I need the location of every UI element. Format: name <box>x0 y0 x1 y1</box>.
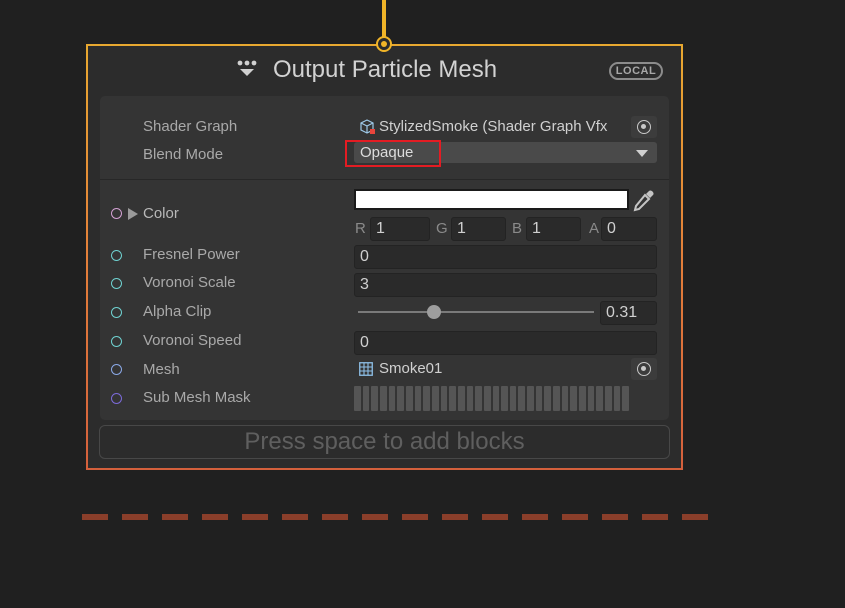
r-channel-field[interactable]: 1 <box>370 217 430 241</box>
sub-mesh-mask-label: Sub Mesh Mask <box>143 389 251 406</box>
fresnel-power-port[interactable] <box>111 250 122 261</box>
settings-divider <box>100 179 669 180</box>
mesh-grid-icon <box>359 362 373 376</box>
blend-mode-label: Blend Mode <box>143 146 224 163</box>
voronoi-speed-field[interactable]: 0 <box>354 331 657 355</box>
color-label: Color <box>143 205 179 222</box>
blend-mode-highlight <box>345 140 441 167</box>
shader-graph-label: Shader Graph <box>143 118 238 135</box>
alpha-clip-field[interactable]: 0.31 <box>600 301 657 325</box>
voronoi-scale-port[interactable] <box>111 278 122 289</box>
shader-graph-asset-icon <box>360 119 375 134</box>
mesh-label: Mesh <box>143 361 180 378</box>
voronoi-speed-port[interactable] <box>111 336 122 347</box>
alpha-clip-label: Alpha Clip <box>143 303 212 320</box>
a-channel-field[interactable]: 0 <box>601 217 657 241</box>
sub-mesh-mask-bits[interactable] <box>354 386 629 411</box>
vfx-output-icon <box>237 60 257 76</box>
fresnel-power-label: Fresnel Power <box>143 246 240 263</box>
local-badge: LOCAL <box>609 62 663 80</box>
g-channel-label: G <box>436 220 448 237</box>
shader-graph-picker-button[interactable] <box>631 116 657 138</box>
mesh-field[interactable]: Smoke01 <box>379 360 624 377</box>
shader-graph-field[interactable]: StylizedSmoke (Shader Graph Vfx <box>379 118 627 135</box>
b-channel-field[interactable]: 1 <box>526 217 581 241</box>
color-swatch[interactable] <box>354 189 629 210</box>
input-flow-port[interactable] <box>376 36 392 52</box>
voronoi-speed-label: Voronoi Speed <box>143 332 242 349</box>
chevron-down-icon <box>636 150 648 157</box>
fresnel-power-field[interactable]: 0 <box>354 245 657 269</box>
alpha-clip-port[interactable] <box>111 307 122 318</box>
add-blocks-placeholder[interactable]: Press space to add blocks <box>99 425 670 459</box>
mesh-picker-button[interactable] <box>631 358 657 380</box>
alpha-clip-slider-handle[interactable] <box>427 305 441 319</box>
sub-mesh-mask-port[interactable] <box>111 393 122 404</box>
voronoi-scale-label: Voronoi Scale <box>143 274 236 291</box>
mesh-port[interactable] <box>111 364 122 375</box>
expand-arrow-icon[interactable] <box>128 208 138 220</box>
voronoi-scale-field[interactable]: 3 <box>354 273 657 297</box>
g-channel-field[interactable]: 1 <box>451 217 506 241</box>
eyedropper-icon[interactable] <box>632 188 656 212</box>
b-channel-label: B <box>512 220 523 237</box>
node-title: Output Particle Mesh <box>273 56 498 83</box>
a-channel-label: A <box>589 220 600 237</box>
color-port[interactable] <box>111 208 122 219</box>
r-channel-label: R <box>355 220 366 237</box>
alpha-clip-slider-track[interactable] <box>358 311 594 313</box>
